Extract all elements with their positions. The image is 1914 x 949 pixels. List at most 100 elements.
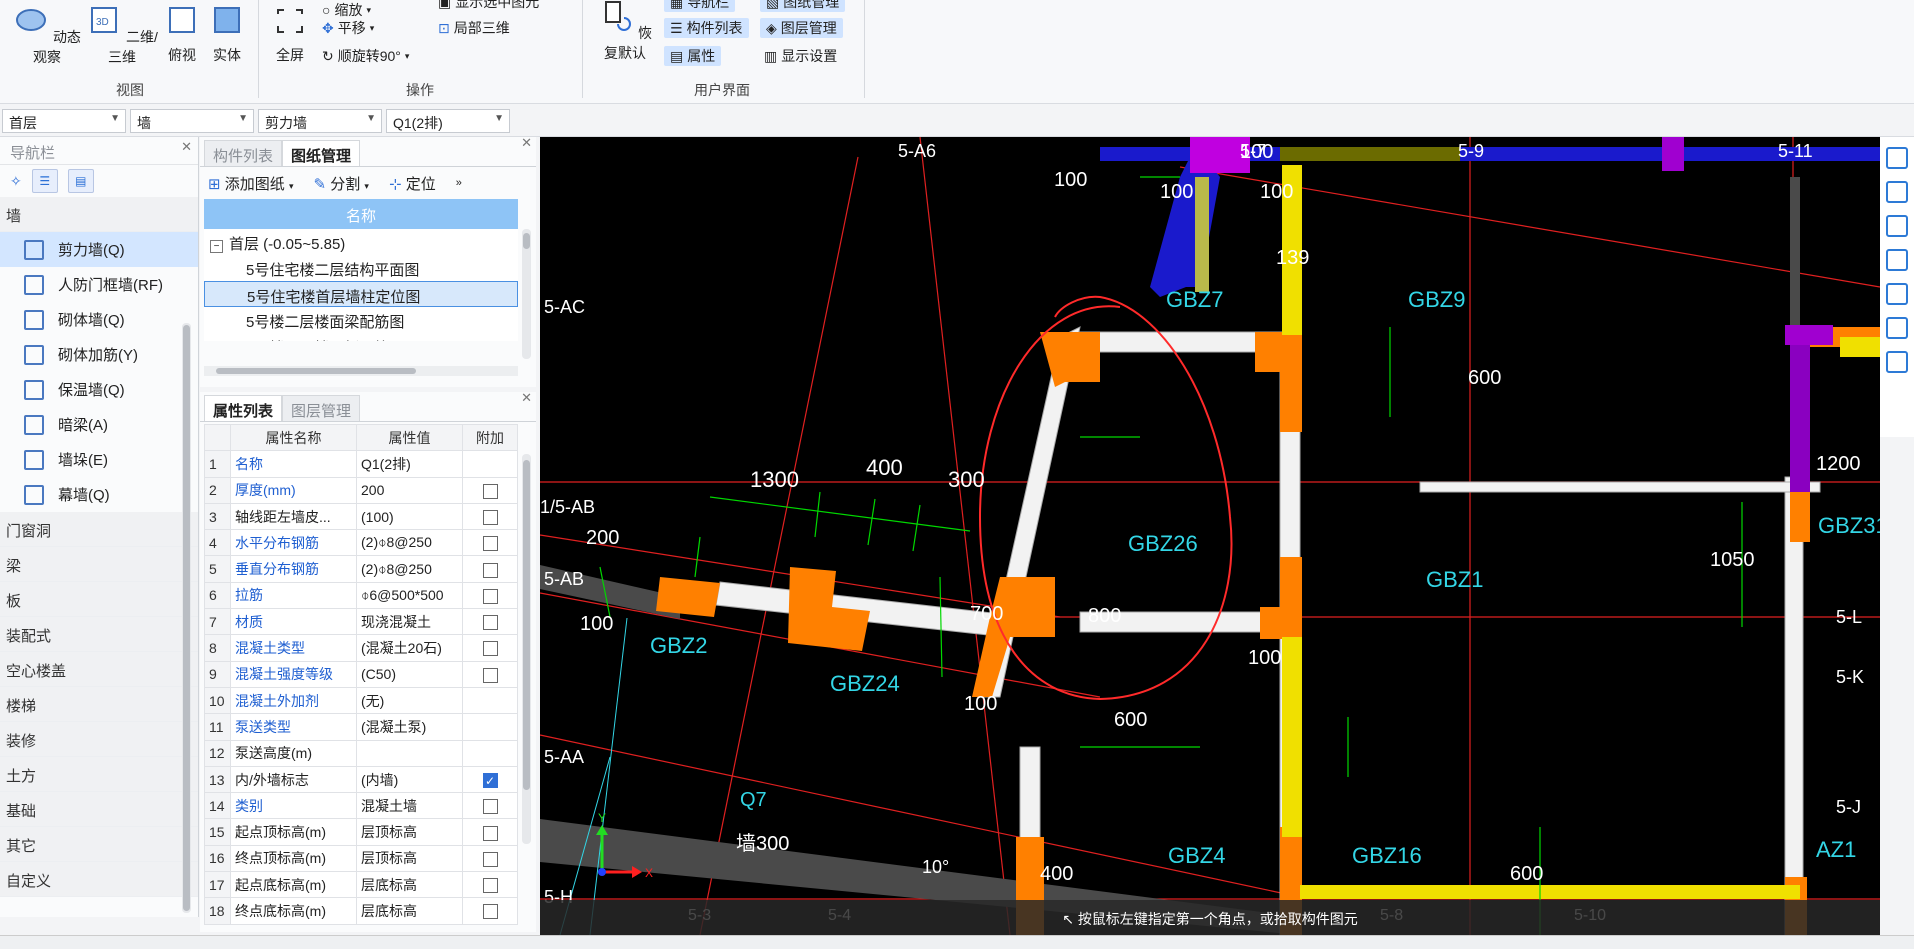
tab-drawing-management[interactable]: 图纸管理 <box>282 140 361 166</box>
category-select[interactable]: 墙 ▼ <box>130 109 254 133</box>
property-value[interactable]: 层顶标高 <box>356 844 463 873</box>
extra-checkbox[interactable] <box>482 667 498 683</box>
drawing-item[interactable]: 5号楼二层楼面板配筋图 <box>204 333 518 341</box>
extra-checkbox[interactable] <box>482 641 498 657</box>
property-row[interactable]: 5 垂直分布钢筋 (2)⌽8@250 <box>204 555 518 583</box>
tab-property-list[interactable]: 属性列表 <box>204 395 283 421</box>
extra-checkbox[interactable] <box>482 483 498 499</box>
add-drawing-button[interactable]: ⊞ 添加图纸 ▾ <box>208 173 293 194</box>
nav-item-masonry-wall[interactable]: 砌体墙(Q) <box>0 302 198 337</box>
cad-drawing[interactable]: Y X <box>540 137 1880 935</box>
nav-item-civil-defense-wall[interactable]: 人防门框墙(RF) <box>0 267 198 302</box>
display-settings-button[interactable]: ▥ 显示设置 <box>764 46 837 66</box>
2d-3d-button[interactable]: 3D 二维/三维 <box>86 4 158 67</box>
category-slab[interactable]: 板 <box>0 582 198 617</box>
category-stairs[interactable]: 楼梯 <box>0 687 198 722</box>
property-value[interactable]: (无) <box>356 686 463 715</box>
restore-default-button[interactable]: 恢复默认 <box>592 0 658 63</box>
drawing-canvas[interactable]: Y X 5-A6 5-AC 1/5-AB 5-AB 5-AA 5-H 5-9 5… <box>540 137 1880 935</box>
fullscreen-tool-icon[interactable] <box>1886 283 1908 305</box>
list-view-button[interactable]: ☰ <box>31 169 58 193</box>
solid-tool-icon[interactable] <box>1886 249 1908 271</box>
nav-item-curtain-wall[interactable]: 幕墙(Q) <box>0 477 198 512</box>
zoom-button[interactable]: ○ 缩放 ▾ <box>322 0 371 20</box>
close-icon[interactable]: ✕ <box>521 135 532 151</box>
extra-checkbox[interactable] <box>482 509 498 525</box>
extra-checkbox[interactable] <box>482 799 498 815</box>
pin-icon[interactable]: ✧ <box>10 173 22 190</box>
category-decoration[interactable]: 装修 <box>0 722 198 757</box>
category-openings[interactable]: 门窗洞 <box>0 512 198 547</box>
nav-bar-toggle[interactable]: ▦ 导航栏 <box>664 0 736 12</box>
3d-tool-icon[interactable] <box>1886 181 1908 203</box>
category-custom[interactable]: 自定义 <box>0 862 198 897</box>
extra-checkbox[interactable] <box>482 588 498 604</box>
rotate-button[interactable]: ↻ 顺旋转90° ▾ <box>322 46 409 66</box>
property-row[interactable]: 1 名称 Q1(2排) <box>204 450 518 478</box>
category-other[interactable]: 其它 <box>0 827 198 862</box>
layer-mgmt-toggle[interactable]: ◈ 图层管理 <box>760 18 843 38</box>
floor-select[interactable]: 首层 ▼ <box>2 109 126 133</box>
property-row[interactable]: 14 类别 混凝土墙 <box>204 792 518 820</box>
split-button[interactable]: ✎ 分割 ▾ <box>313 173 368 194</box>
property-row[interactable]: 13 内/外墙标志 (内墙) ✓ <box>204 765 518 794</box>
extra-checkbox[interactable] <box>482 851 498 867</box>
tab-component-list[interactable]: 构件列表 <box>204 140 283 166</box>
property-row[interactable]: 2 厚度(mm) 200 <box>204 476 518 504</box>
tree-group-first-floor[interactable]: − 首层 (-0.05~5.85) <box>204 229 518 255</box>
property-row[interactable]: 17 起点底标高(m) 层底标高 <box>204 871 518 899</box>
settings-tool-icon[interactable] <box>1886 351 1908 373</box>
extra-checkbox[interactable] <box>482 562 498 578</box>
property-value[interactable]: 混凝土墙 <box>356 792 463 820</box>
locate-button[interactable]: ⊹ 定位 <box>389 173 436 194</box>
component-select[interactable]: Q1(2排) ▼ <box>386 109 510 133</box>
nav-item-insulation-wall[interactable]: 保温墙(Q) <box>0 372 198 407</box>
category-earthwork[interactable]: 土方 <box>0 757 198 792</box>
solid-button[interactable]: 实体 <box>206 4 248 65</box>
category-foundation[interactable]: 基础 <box>0 792 198 827</box>
type-select[interactable]: 剪力墙 ▼ <box>258 109 382 133</box>
nav-item-masonry-rebar[interactable]: 砌体加筋(Y) <box>0 337 198 372</box>
property-value[interactable]: (2)⌽8@250 <box>356 529 463 557</box>
category-prefab[interactable]: 装配式 <box>0 617 198 652</box>
property-row[interactable]: 7 材质 现浇混凝土 <box>204 608 518 636</box>
nav-scrollbar[interactable] <box>182 323 191 913</box>
category-wall[interactable]: 墙 <box>0 197 198 232</box>
property-row[interactable]: 6 拉筋 ⌽6@500*500 <box>204 581 518 610</box>
scrollbar-thumb[interactable] <box>183 325 190 911</box>
property-row[interactable]: 11 泵送类型 (混凝土泵) <box>204 713 518 741</box>
property-value[interactable]: 层底标高 <box>356 897 463 925</box>
horizontal-scrollbar[interactable] <box>204 366 518 376</box>
nav-item-hidden-beam[interactable]: 暗梁(A) <box>0 407 198 442</box>
drawing-item[interactable]: 5号住宅楼首层墙柱定位图 <box>204 281 518 307</box>
extra-checkbox[interactable] <box>482 878 498 894</box>
top-view-button[interactable]: 俯视 <box>162 4 202 65</box>
fullscreen-button[interactable]: 全屏 <box>268 4 312 65</box>
local-3d-tool-icon[interactable] <box>1886 317 1908 339</box>
category-hollow-floor[interactable]: 空心楼盖 <box>0 652 198 687</box>
top-view-tool-icon[interactable] <box>1886 215 1908 237</box>
orbit-tool-icon[interactable] <box>1886 147 1908 169</box>
property-row[interactable]: 9 混凝土强度等级 (C50) <box>204 660 518 688</box>
nav-item-wall-pier[interactable]: 墙垛(E) <box>0 442 198 477</box>
drawing-list-scrollbar[interactable] <box>522 229 531 359</box>
property-value[interactable]: 层底标高 <box>356 871 463 899</box>
orbit-button[interactable]: 动态观察 <box>12 4 82 67</box>
property-value[interactable]: Q1(2排) <box>356 450 463 478</box>
property-value[interactable]: (100) <box>356 502 463 531</box>
extra-checkbox[interactable] <box>482 825 498 841</box>
extra-checkbox[interactable] <box>482 536 498 552</box>
nav-item-shear-wall[interactable]: 剪力墙(Q) <box>0 232 198 267</box>
property-row[interactable]: 3 轴线距左墙皮... (100) <box>204 502 518 531</box>
property-row[interactable]: 8 混凝土类型 (混凝土20石) <box>204 634 518 662</box>
property-row[interactable]: 10 混凝土外加剂 (无) <box>204 686 518 715</box>
property-value[interactable]: (混凝土泵) <box>356 713 463 741</box>
property-row[interactable]: 12 泵送高度(m) <box>204 739 518 767</box>
close-icon[interactable]: ✕ <box>181 139 192 155</box>
property-value[interactable]: 现浇混凝土 <box>356 608 463 636</box>
collapse-icon[interactable]: − <box>210 240 223 253</box>
pan-button[interactable]: ✥ 平移 ▾ <box>322 18 374 38</box>
drawing-mgmt-toggle[interactable]: ▧ 图纸管理 <box>760 0 846 12</box>
property-value[interactable]: 200 <box>356 476 463 504</box>
drawing-item[interactable]: 5号住宅楼二层结构平面图 <box>204 255 518 281</box>
